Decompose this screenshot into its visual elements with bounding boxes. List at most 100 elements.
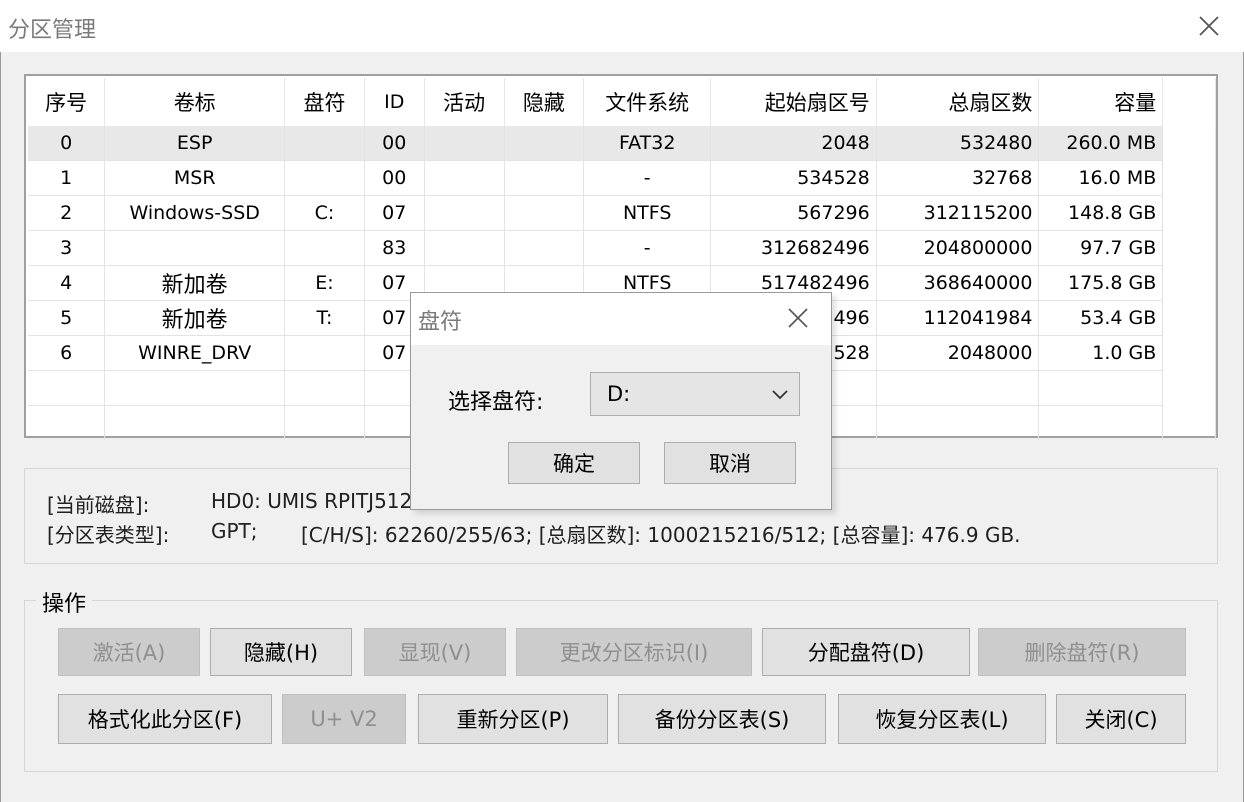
- cell-label: WINRE_DRV: [104, 335, 286, 371]
- cell-start: 534528: [710, 160, 877, 196]
- partition-table-type-value: GPT;: [211, 519, 258, 543]
- cell-size: 175.8 GB: [1038, 265, 1164, 301]
- column-header[interactable]: 盘符: [284, 78, 365, 126]
- restore-partition-table-button[interactable]: 恢复分区表(L): [838, 694, 1046, 744]
- dialog-close-button[interactable]: [776, 298, 820, 338]
- ok-button[interactable]: 确定: [508, 442, 640, 484]
- title-bar: [0, 0, 1244, 52]
- cell-total: 204800000: [876, 230, 1040, 266]
- remove-drive-letter-button[interactable]: 删除盘符(R): [978, 628, 1186, 676]
- window-title: 分区管理: [8, 18, 97, 43]
- backup-partition-table-button[interactable]: 备份分区表(S): [618, 694, 826, 744]
- cell-hidden: [504, 126, 585, 161]
- table-row[interactable]: 3 83 - 312682496 204800000 97.7 GB: [28, 230, 1216, 266]
- select-drive-letter-label: 选择盘符:: [448, 390, 544, 415]
- cell-drive: [284, 230, 365, 266]
- cell-fs: -: [583, 230, 712, 266]
- cell-active: [424, 195, 505, 231]
- current-disk-label: [当前磁盘]:: [47, 493, 150, 517]
- cell-total: 532480: [876, 126, 1040, 161]
- cell-fs: -: [583, 160, 712, 196]
- cell-fs: NTFS: [583, 195, 712, 231]
- column-header[interactable]: 起始扇区号: [710, 78, 877, 126]
- cell-id: 83: [364, 230, 425, 266]
- column-header[interactable]: 文件系统: [583, 78, 712, 126]
- table-row[interactable]: 0 ESP 00 FAT32 2048 532480 260.0 MB: [28, 126, 1216, 161]
- cell-label: 新加卷: [104, 265, 286, 301]
- table-row[interactable]: 2 Windows-SSD C: 07 NTFS 567296 31211520…: [28, 195, 1216, 231]
- repartition-button[interactable]: 重新分区(P): [418, 694, 608, 744]
- disk-geometry-text: [C/H/S]: 62260/255/63; [总扇区数]: 100021521…: [301, 523, 1021, 547]
- dialog-title-bar: [411, 293, 831, 345]
- cell-size: 1.0 GB: [1038, 335, 1164, 371]
- change-partition-id-button[interactable]: 更改分区标识(I): [516, 628, 752, 676]
- window-close-button[interactable]: [1186, 4, 1232, 48]
- cell-index: 4: [28, 265, 106, 301]
- cell-drive: [284, 335, 365, 371]
- cell-start: 567296: [710, 195, 877, 231]
- column-header[interactable]: 隐藏: [504, 78, 585, 126]
- cell-total: 32768: [876, 160, 1040, 196]
- cell-id: 00: [364, 126, 425, 161]
- cell-active: [424, 160, 505, 196]
- column-header[interactable]: 序号: [28, 78, 106, 126]
- table-header-row: 序号 卷标 盘符 ID 活动 隐藏 文件系统 起始扇区号 总扇区数 容量: [28, 78, 1216, 126]
- cell-fs: FAT32: [583, 126, 712, 161]
- column-header[interactable]: 总扇区数: [876, 78, 1040, 126]
- format-partition-button[interactable]: 格式化此分区(F): [58, 694, 272, 744]
- cell-spacer: [1162, 160, 1216, 196]
- column-header[interactable]: 活动: [424, 78, 505, 126]
- hide-button[interactable]: 隐藏(H): [210, 628, 352, 676]
- cell-start: 312682496: [710, 230, 877, 266]
- cell-index: 6: [28, 335, 106, 371]
- cell-label: ESP: [104, 126, 286, 161]
- cell-size: 97.7 GB: [1038, 230, 1164, 266]
- cell-spacer: [1162, 300, 1216, 336]
- drive-letter-selected-value: D:: [607, 382, 631, 406]
- cell-total: 112041984: [876, 300, 1040, 336]
- cell-index: 2: [28, 195, 106, 231]
- current-disk-value: HD0: UMIS RPITJ512: [211, 489, 413, 513]
- operations-legend: 操作: [36, 586, 93, 618]
- show-button[interactable]: 显现(V): [364, 628, 506, 676]
- cell-spacer: [1162, 230, 1216, 266]
- close-icon: [1199, 16, 1219, 36]
- cell-label: Windows-SSD: [104, 195, 286, 231]
- cell-label: MSR: [104, 160, 286, 196]
- cell-spacer: [1162, 335, 1216, 371]
- cell-label: [104, 230, 286, 266]
- cell-size: 148.8 GB: [1038, 195, 1164, 231]
- drive-letter-dropdown[interactable]: D:: [590, 372, 800, 416]
- cell-spacer: [1162, 265, 1216, 301]
- column-header[interactable]: 容量: [1038, 78, 1164, 126]
- cell-spacer: [1162, 195, 1216, 231]
- activate-button[interactable]: 激活(A): [58, 628, 200, 676]
- cell-total: 312115200: [876, 195, 1040, 231]
- cell-drive: T:: [284, 300, 365, 336]
- cell-hidden: [504, 160, 585, 196]
- cell-active: [424, 126, 505, 161]
- column-header[interactable]: 卷标: [104, 78, 286, 126]
- cell-hidden: [504, 230, 585, 266]
- cell-size: 16.0 MB: [1038, 160, 1164, 196]
- cell-index: 0: [28, 126, 106, 161]
- cell-index: 3: [28, 230, 106, 266]
- chevron-down-icon: [772, 390, 788, 400]
- cell-size: 53.4 GB: [1038, 300, 1164, 336]
- close-icon: [788, 308, 808, 328]
- cancel-button[interactable]: 取消: [664, 442, 796, 484]
- column-header[interactable]: ID: [364, 78, 425, 126]
- cell-id: 00: [364, 160, 425, 196]
- cell-index: 5: [28, 300, 106, 336]
- cell-drive: C:: [284, 195, 365, 231]
- table-row[interactable]: 1 MSR 00 - 534528 32768 16.0 MB: [28, 160, 1216, 196]
- cell-index: 1: [28, 160, 106, 196]
- cell-drive: [284, 126, 365, 161]
- uv2-button[interactable]: U+ V2: [282, 694, 406, 744]
- assign-drive-letter-button[interactable]: 分配盘符(D): [762, 628, 970, 676]
- cell-id: 07: [364, 195, 425, 231]
- cell-drive: E:: [284, 265, 365, 301]
- dialog-title: 盘符: [418, 310, 463, 335]
- close-button[interactable]: 关闭(C): [1056, 694, 1186, 744]
- cell-start: 2048: [710, 126, 877, 161]
